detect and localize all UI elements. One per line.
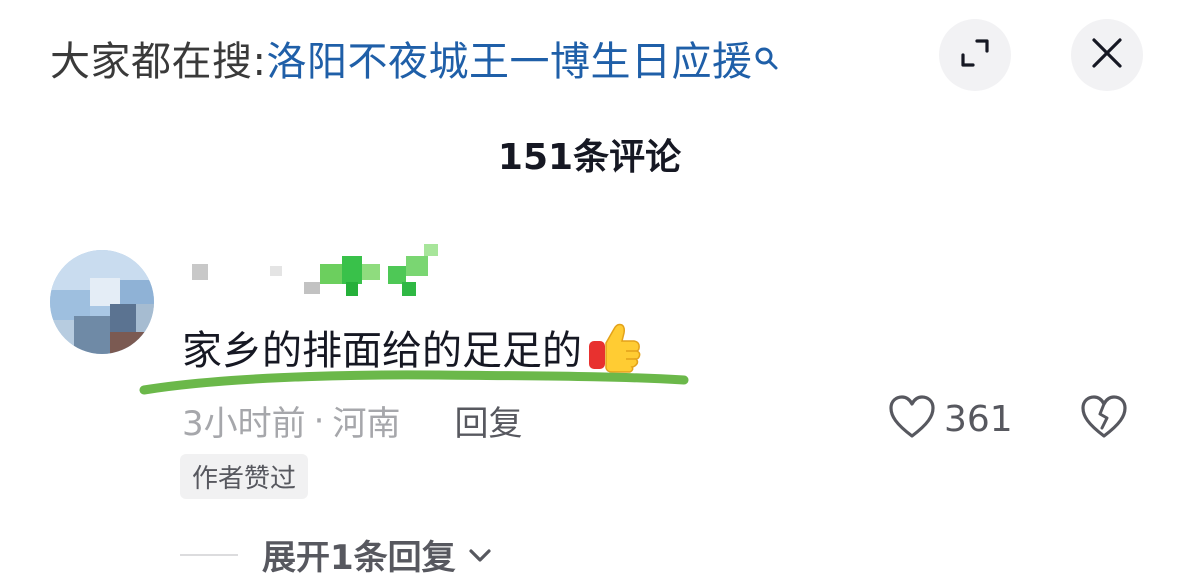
heart-icon xyxy=(888,394,936,444)
like-button[interactable]: 361 xyxy=(888,394,1013,444)
search-icon xyxy=(754,36,780,70)
reply-button[interactable]: 回复 xyxy=(454,396,522,445)
expand-replies-button[interactable]: 展开1条回复 xyxy=(180,530,494,579)
username-pixelated[interactable] xyxy=(188,242,448,298)
dislike-button[interactable] xyxy=(1078,394,1130,444)
broken-heart-icon xyxy=(1080,394,1128,444)
search-suggestion-prefix: 大家都在搜: xyxy=(50,39,267,85)
comment-count-title: 151条评论 xyxy=(497,137,682,178)
chevron-down-icon xyxy=(466,541,494,569)
comment-time: 3小时前 xyxy=(182,404,306,444)
search-suggestion-query[interactable]: 洛阳不夜城王一博生日应援 xyxy=(266,29,752,87)
comment-meta: 3小时前 · 河南 回复 xyxy=(182,396,522,445)
close-button[interactable] xyxy=(1071,19,1143,91)
avatar[interactable] xyxy=(50,250,154,354)
meta-separator: · xyxy=(313,400,325,441)
expand-replies-label: 展开1条回复 xyxy=(262,538,456,578)
comment-location: 河南 xyxy=(332,404,401,444)
close-icon xyxy=(1090,36,1124,74)
expand-icon xyxy=(958,36,992,74)
expand-button[interactable] xyxy=(939,19,1011,91)
search-suggestion[interactable]: 大家都在搜: 洛阳不夜城王一博生日应援 xyxy=(50,30,780,86)
divider-line xyxy=(180,553,238,556)
like-count: 361 xyxy=(944,398,1013,440)
author-liked-badge: 作者赞过 xyxy=(180,454,309,499)
